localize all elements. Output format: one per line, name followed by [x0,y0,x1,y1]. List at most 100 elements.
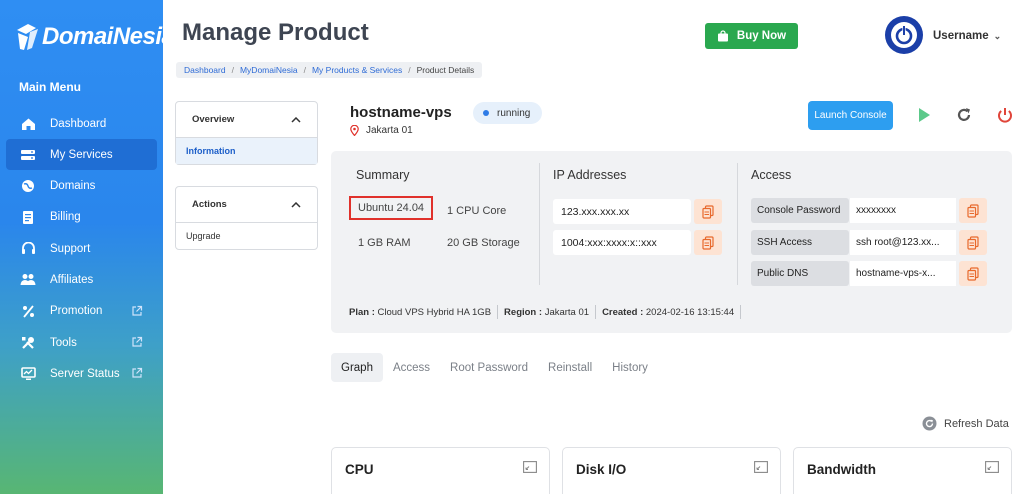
shopping-bag-icon [717,30,728,42]
sidebar-item-my-services[interactable]: My Services [6,139,157,171]
copy-public-dns-button[interactable] [959,261,987,286]
tab-history[interactable]: History [602,353,658,382]
breadcrumb-products-services[interactable]: My Products & Services [312,65,402,75]
sidebar-item-billing[interactable]: Billing [6,202,157,233]
ip-addresses-title: IP Addresses [553,168,627,182]
copy-icon [967,235,979,250]
menu-title: Main Menu [19,80,81,94]
copy-ipv6-button[interactable] [694,230,722,255]
refresh-data-button[interactable]: Refresh Data [922,416,1009,431]
buy-now-label: Buy Now [736,30,787,42]
ipv4-field[interactable]: 123.xxx.xxx.xx [553,199,691,224]
region-value: Jakarta 01 [544,306,590,318]
copy-icon [967,203,979,218]
overview-panel-header[interactable]: Overview [176,102,317,138]
card-title: Disk I/O [576,462,627,477]
restart-icon[interactable] [955,106,973,124]
copy-console-password-button[interactable] [959,198,987,223]
launch-console-button[interactable]: Launch Console [808,101,893,130]
tab-root-password[interactable]: Root Password [440,353,538,382]
copy-icon [967,266,979,281]
expand-icon[interactable] [523,461,537,473]
card-title: CPU [345,462,374,477]
plan-value: Cloud VPS Hybrid HA 1GB [377,306,492,318]
breadcrumb-mydomainesia[interactable]: MyDomaiNesia [240,65,298,75]
access-title: Access [751,168,792,182]
location-pin-icon [350,125,359,136]
breadcrumb-separator: / [408,65,411,75]
status-badge: running [473,102,543,124]
refresh-label: Refresh Data [944,417,1009,430]
sidebar-item-server-status[interactable]: Server Status [6,358,157,389]
sidebar-item-support[interactable]: Support [6,233,157,264]
cpu-graph-card: CPU [331,447,550,494]
tab-access[interactable]: Access [383,353,440,382]
buy-now-button[interactable]: Buy Now [705,23,798,49]
sidebar-menu: Dashboard My Services Domains Billing Su… [6,108,157,390]
avatar[interactable] [885,16,923,54]
divider [497,305,499,319]
created-value: 2024-02-16 13:15:44 [645,306,735,318]
ipv6-field[interactable]: 1004:xxx:xxxx:x::xxx [553,230,691,255]
public-dns-value[interactable]: hostname-vps-x... [850,261,956,286]
user-menu[interactable]: Username ⌄ [933,30,1001,42]
tab-reinstall[interactable]: Reinstall [538,353,602,382]
ssh-access-label: SSH Access [751,230,849,255]
actions-panel-header[interactable]: Actions [176,187,317,223]
sidebar-item-label: Tools [50,336,77,349]
console-password-value[interactable]: xxxxxxxx [850,198,956,223]
panel-item-information[interactable]: Information [176,138,317,164]
plan-info: Plan : Cloud VPS Hybrid HA 1GB Region : … [349,305,747,319]
breadcrumb: Dashboard / MyDomaiNesia / My Products &… [176,62,483,78]
ssh-access-value[interactable]: ssh root@123.xx... [850,230,956,255]
card-title: Bandwidth [807,462,876,477]
copy-ssh-access-button[interactable] [959,230,987,255]
actions-title: Actions [192,199,227,210]
copy-ipv4-button[interactable] [694,199,722,224]
services-icon [20,147,36,163]
play-icon[interactable] [915,106,933,124]
region-label: Region : [504,306,543,318]
product-hostname: hostname-vps [350,104,452,121]
affiliates-icon [20,272,36,288]
page-title: Manage Product [182,19,369,46]
billing-icon [20,209,36,225]
status-dot-icon [483,110,489,116]
support-icon [20,241,36,257]
sidebar-item-label: Support [50,242,91,255]
public-dns-label: Public DNS [751,261,849,286]
power-logo-icon [886,17,922,53]
monitor-icon [20,366,36,382]
cpu-spec: 1 CPU Core [447,205,507,217]
expand-icon[interactable] [985,461,999,473]
power-icon[interactable] [996,106,1014,124]
breadcrumb-separator: / [231,65,234,75]
breadcrumb-separator: / [303,65,306,75]
breadcrumb-current: Product Details [416,65,475,75]
os-spec: Ubuntu 24.04 [349,196,434,220]
sidebar-item-label: Dashboard [50,117,107,130]
disk-io-graph-card: Disk I/O [562,447,781,494]
dashboard-icon [20,116,36,132]
brand-name: DomaiNesia [42,23,175,50]
sidebar-item-promotion[interactable]: Promotion [6,296,157,327]
sidebar-item-affiliates[interactable]: Affiliates [6,264,157,295]
copy-icon [702,235,714,250]
breadcrumb-dashboard[interactable]: Dashboard [184,65,226,75]
chevron-up-icon [291,116,301,123]
ram-spec: 1 GB RAM [358,237,411,249]
expand-icon[interactable] [754,461,768,473]
external-link-icon [132,368,143,378]
product-location: Jakarta 01 [350,125,413,136]
globe-icon [20,178,36,194]
brand-logo[interactable]: DomaiNesia [14,22,175,52]
storage-spec: 20 GB Storage [447,237,520,249]
sidebar-item-dashboard[interactable]: Dashboard [6,108,157,139]
sidebar-item-domains[interactable]: Domains [6,171,157,202]
external-link-icon [132,336,143,347]
sidebar-item-label: Billing [50,211,81,224]
tab-graph[interactable]: Graph [331,353,383,382]
sidebar-item-tools[interactable]: Tools [6,327,157,358]
panel-item-upgrade[interactable]: Upgrade [176,223,317,249]
detail-tabs: Graph Access Root Password Reinstall His… [331,353,658,382]
